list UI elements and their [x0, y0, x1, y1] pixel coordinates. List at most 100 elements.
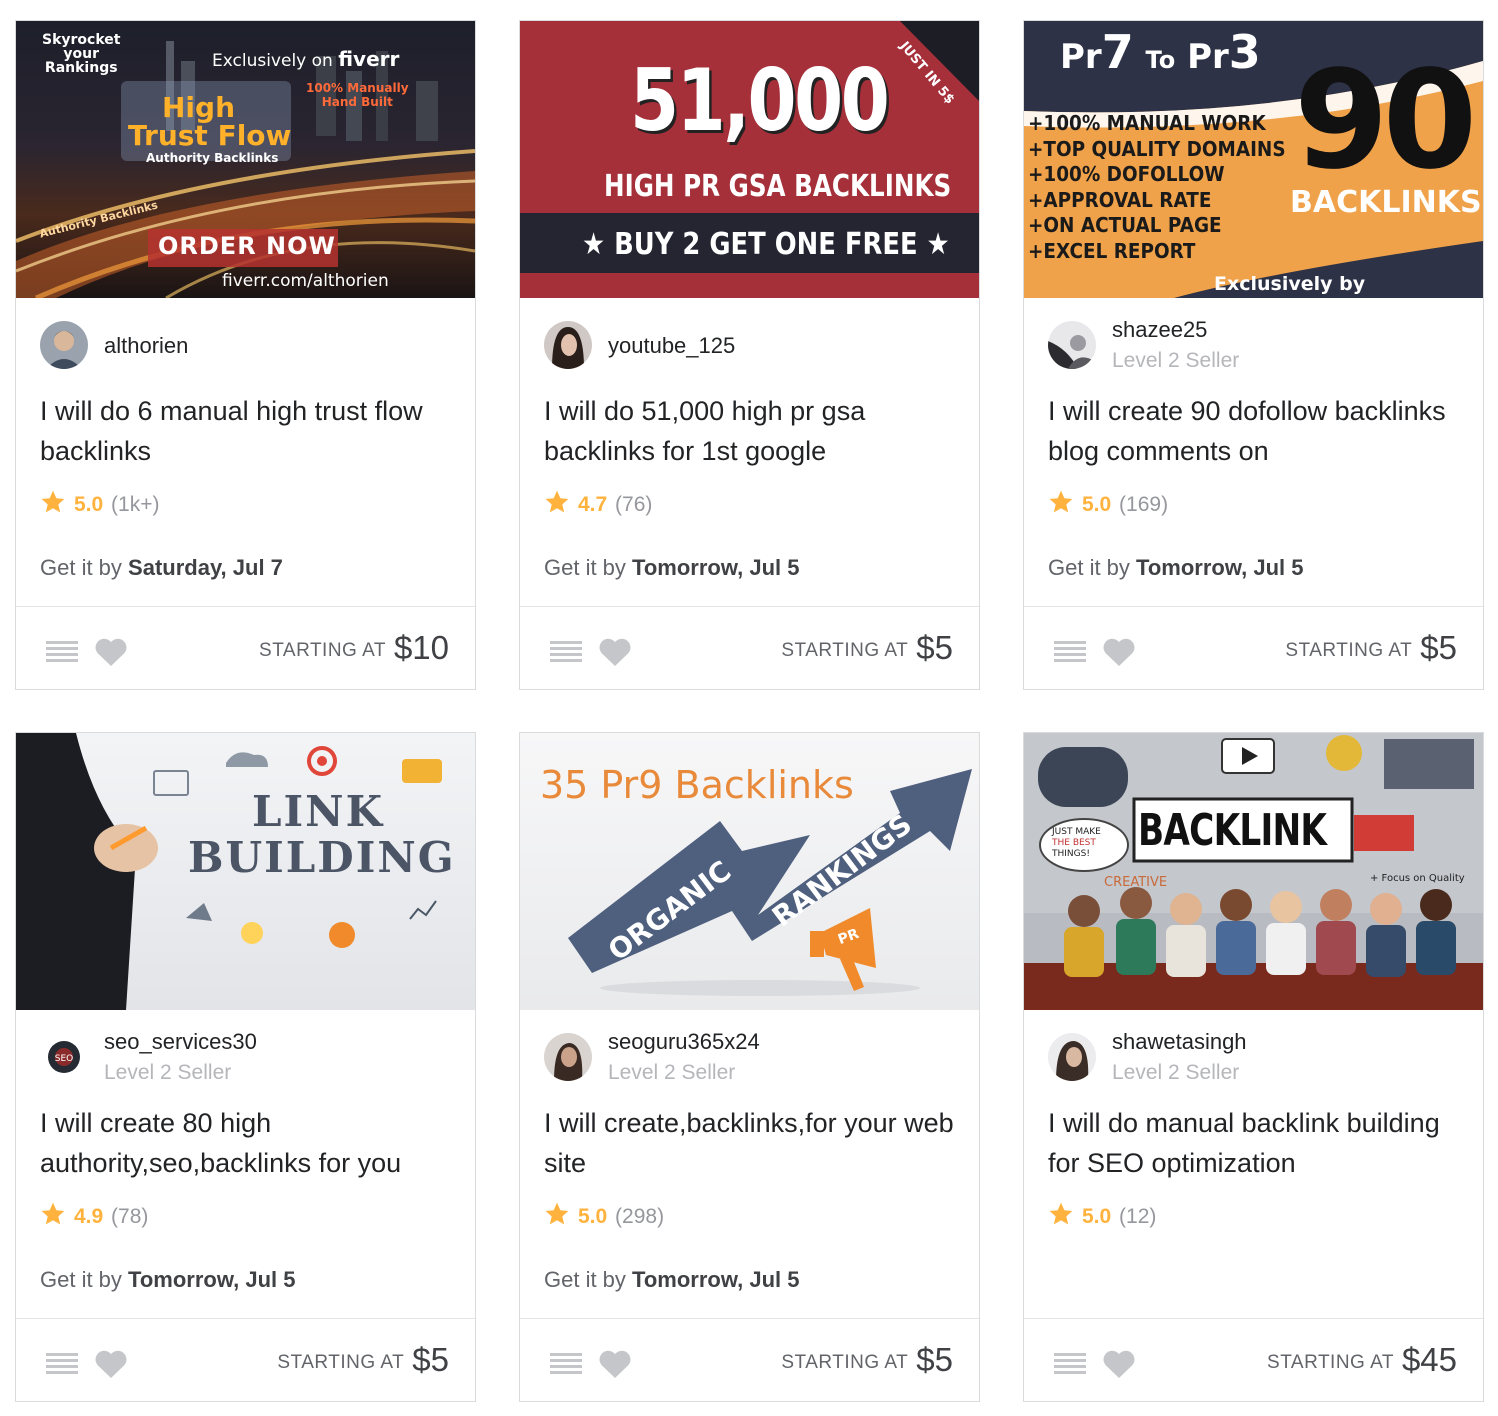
seller-avatar[interactable] [544, 321, 592, 369]
starting-at-label: STARTING AT [259, 640, 386, 661]
gig-title[interactable]: I will create 80 high authority,seo,back… [40, 1103, 455, 1183]
gig-card[interactable]: Pr7 To Pr3 +100% MANUAL WORK +TOP QUALIT… [1023, 20, 1484, 690]
rating-score: 5.0 [578, 1205, 608, 1228]
fiverr-logo: fiverr [338, 47, 400, 71]
gig-thumbnail[interactable]: Pr7 To Pr3 +100% MANUAL WORK +TOP QUALIT… [1024, 21, 1483, 298]
banner-text: BUILDING [188, 833, 456, 882]
seller-avatar[interactable] [1048, 1033, 1096, 1081]
price-block[interactable]: STARTING AT $10 [259, 629, 449, 667]
heart-icon[interactable] [598, 637, 632, 667]
price-block[interactable]: STARTING AT $5 [781, 1341, 953, 1379]
menu-icon[interactable] [1054, 639, 1086, 663]
gig-card[interactable]: Skyrocket your Rankings Exclusively on f… [15, 20, 476, 690]
banner-text: fiverr.com/althorien [222, 271, 389, 291]
seller-avatar[interactable]: SEO [40, 1033, 88, 1081]
card-footer: STARTING AT $5 [1024, 606, 1483, 689]
banner-text: To [1145, 46, 1176, 74]
gig-title[interactable]: I will do manual backlink building for S… [1048, 1103, 1463, 1183]
seller-avatar[interactable] [544, 1033, 592, 1081]
gig-card[interactable]: 35 Pr9 Backlinks ORGANIC RANKINGS PR seo… [519, 732, 980, 1402]
gig-card[interactable]: BACKLINK JUST MAKE THE BEST THINGS! CREA… [1023, 732, 1484, 1402]
banner-text: your [63, 46, 100, 62]
seller-avatar[interactable] [1048, 321, 1096, 369]
gig-title[interactable]: I will do 51,000 high pr gsa backlinks f… [544, 391, 959, 471]
gig-card[interactable]: LINK BUILDING SEO seo_services30 Level 2… [15, 732, 476, 1402]
delivery-date: Saturday, Jul 7 [128, 555, 283, 580]
gig-rating: 4.7 (76) [544, 489, 652, 519]
gig-rating: 5.0 (1k+) [40, 489, 159, 519]
delivery-prefix: Get it by [544, 1267, 626, 1292]
heart-icon[interactable] [94, 637, 128, 667]
seller-level: Level 2 Seller [1112, 349, 1240, 372]
banner-text: THINGS! [1052, 849, 1090, 859]
seller-level: Level 2 Seller [1112, 1061, 1240, 1084]
rating-score: 5.0 [1082, 1205, 1112, 1228]
delivery-info: Get it by Tomorrow, Jul 5 [544, 555, 800, 581]
price-block[interactable]: STARTING AT $5 [1285, 629, 1457, 667]
gig-thumbnail[interactable]: BACKLINK JUST MAKE THE BEST THINGS! CREA… [1024, 733, 1483, 1010]
price-value: $5 [916, 1341, 953, 1378]
seller-level: Level 2 Seller [608, 1061, 736, 1084]
feature-line: +TOP QUALITY DOMAINS [1028, 136, 1286, 161]
seller-avatar[interactable] [40, 321, 88, 369]
menu-icon[interactable] [550, 1351, 582, 1375]
rating-count: (78) [111, 1205, 149, 1228]
star-icon [545, 490, 569, 513]
menu-icon[interactable] [550, 639, 582, 663]
banner-text: Authority Backlinks [146, 151, 279, 165]
seller-name[interactable]: youtube_125 [608, 333, 735, 359]
rating-count: (169) [1119, 493, 1169, 516]
gig-thumbnail[interactable]: JUST IN 5$ 51,000 HIGH PR GSA BACKLINKS … [520, 21, 979, 298]
seller-name[interactable]: seo_services30 [104, 1029, 257, 1055]
banner-text: BACKLINKS [1290, 185, 1482, 220]
price-block[interactable]: STARTING AT $45 [1267, 1341, 1457, 1379]
banner-text: Exclusively by [1214, 273, 1366, 295]
star-icon [1049, 1202, 1073, 1225]
feature-line: +100% MANUAL WORK [1028, 111, 1266, 135]
delivery-info: Get it by Tomorrow, Jul 5 [544, 1267, 800, 1293]
price-block[interactable]: STARTING AT $5 [277, 1341, 449, 1379]
delivery-date: Tomorrow, Jul 5 [632, 555, 800, 580]
starting-at-label: STARTING AT [1285, 640, 1413, 661]
gig-card[interactable]: JUST IN 5$ 51,000 HIGH PR GSA BACKLINKS … [519, 20, 980, 690]
starting-at-label: STARTING AT [781, 1352, 909, 1373]
banner-text: Rankings [44, 60, 118, 76]
seller-name[interactable]: althorien [104, 333, 188, 359]
heart-icon[interactable] [1102, 1349, 1136, 1379]
banner-text: LINK [252, 787, 385, 836]
rating-score: 5.0 [1082, 493, 1112, 516]
banner-text: 3 [1228, 25, 1261, 79]
delivery-prefix: Get it by [544, 555, 626, 580]
seller-level: Level 2 Seller [104, 1061, 232, 1084]
delivery-info: Get it by Tomorrow, Jul 5 [1048, 555, 1304, 581]
heart-icon[interactable] [1102, 637, 1136, 667]
seller-name[interactable]: shazee25 [1112, 317, 1207, 343]
heart-icon[interactable] [598, 1349, 632, 1379]
backlink-team-illustration [1024, 733, 1483, 1010]
feature-line: +100% DOFOLLOW [1028, 162, 1225, 186]
starting-at-label: STARTING AT [781, 640, 909, 661]
gig-title[interactable]: I will create 90 dofollow backlinks blog… [1048, 391, 1463, 471]
menu-icon[interactable] [46, 1351, 78, 1375]
gig-thumbnail[interactable]: 35 Pr9 Backlinks ORGANIC RANKINGS PR [520, 733, 979, 1010]
delivery-date: Tomorrow, Jul 5 [632, 1267, 800, 1292]
gig-rating: 5.0 (169) [1048, 489, 1168, 519]
gig-title[interactable]: I will create,backlinks,for your web sit… [544, 1103, 959, 1183]
gig-thumbnail[interactable]: LINK BUILDING [16, 733, 475, 1010]
menu-icon[interactable] [1054, 1351, 1086, 1375]
starting-at-label: STARTING AT [1267, 1352, 1394, 1373]
banner-text: HIGH PR GSA BACKLINKS [604, 169, 952, 204]
heart-icon[interactable] [94, 1349, 128, 1379]
seller-name[interactable]: seoguru365x24 [608, 1029, 760, 1055]
banner-text: 7 [1101, 25, 1134, 79]
menu-icon[interactable] [46, 639, 78, 663]
gig-title[interactable]: I will do 6 manual high trust flow backl… [40, 391, 455, 471]
seller-name[interactable]: shawetasingh [1112, 1029, 1247, 1055]
svg-text:SEO: SEO [55, 1054, 73, 1064]
card-footer: STARTING AT $10 [16, 606, 475, 689]
rating-score: 4.7 [578, 493, 608, 516]
gig-thumbnail[interactable]: Skyrocket your Rankings Exclusively on f… [16, 21, 475, 298]
delivery-date: Tomorrow, Jul 5 [128, 1267, 296, 1292]
price-block[interactable]: STARTING AT $5 [781, 629, 953, 667]
rating-count: (76) [615, 493, 653, 516]
